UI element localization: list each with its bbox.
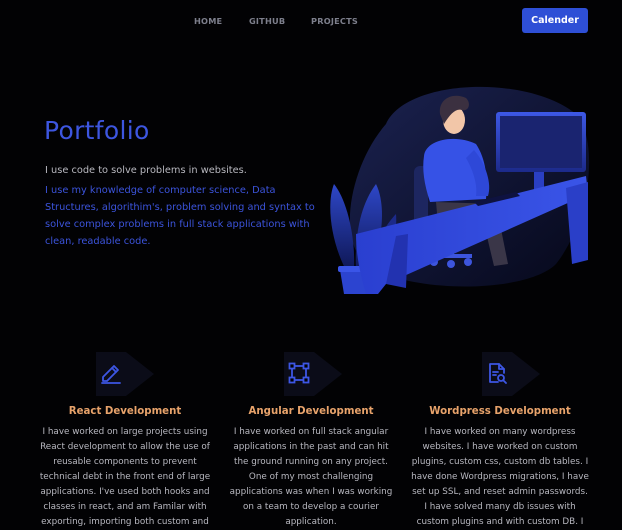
vector-square-icon xyxy=(288,362,310,384)
service-title: Wordpress Development xyxy=(429,406,571,417)
developer-illustration xyxy=(330,86,590,294)
service-description: I have worked on many wordpress websites… xyxy=(411,427,589,527)
service-title: Angular Development xyxy=(248,406,374,417)
angular-service-icon-tile xyxy=(280,352,342,396)
nav-projects-link[interactable]: PROJECTS xyxy=(311,16,358,26)
pencil-icon xyxy=(101,365,121,384)
service-description: I have worked on large projects using Re… xyxy=(39,427,211,527)
nav-home-link[interactable]: HOME xyxy=(194,16,222,26)
hero-intro: I use code to solve problems in websites… xyxy=(45,165,247,176)
page-title: Portfolio xyxy=(44,116,150,145)
service-title: React Development xyxy=(68,406,182,417)
react-service-icon-tile xyxy=(92,352,154,396)
calendar-button[interactable]: Calender xyxy=(522,8,588,33)
service-description: I have worked on full stack angular appl… xyxy=(229,427,393,527)
file-search-icon xyxy=(489,363,507,384)
hero-description: I use my knowledge of computer science, … xyxy=(45,185,315,247)
nav-github-link[interactable]: GITHUB xyxy=(249,16,285,26)
wordpress-service-icon-tile xyxy=(478,352,540,396)
